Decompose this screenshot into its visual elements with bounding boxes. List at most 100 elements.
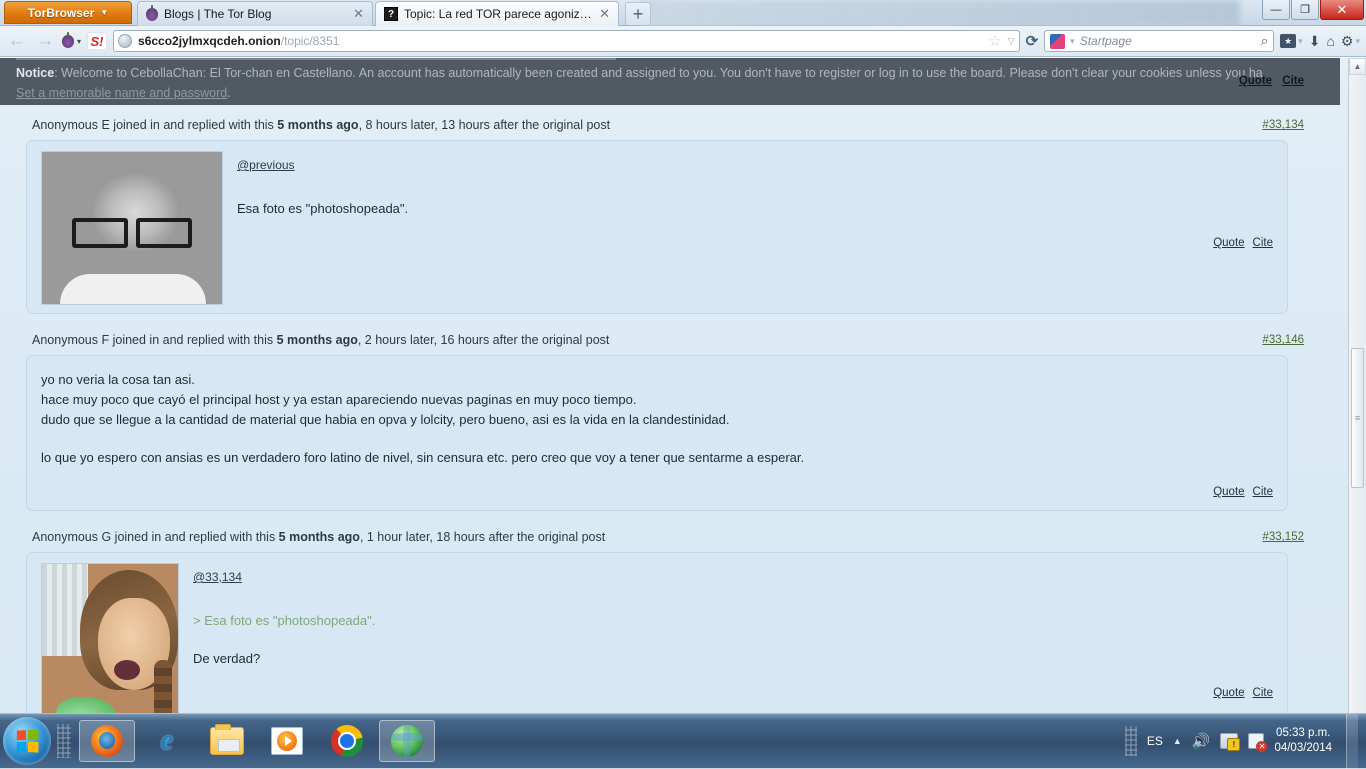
taskbar-item-firefox[interactable]: [79, 720, 135, 762]
windows-logo-icon: [17, 729, 39, 752]
onion-favicon: [146, 8, 158, 21]
search-bar[interactable]: ▾ Startpage ⌕: [1044, 30, 1274, 52]
show-hidden-icons-icon[interactable]: ▲: [1173, 736, 1182, 746]
globe-icon: [118, 34, 132, 48]
taskbar-item-windows-explorer[interactable]: [199, 720, 255, 762]
tray-grip-icon: [1125, 726, 1137, 756]
post-id-link[interactable]: #33,146: [1262, 332, 1304, 349]
post-line: hace muy poco que cayó el principal host…: [41, 390, 1273, 410]
post-id-link[interactable]: #33,134: [1262, 117, 1304, 134]
show-desktop-button[interactable]: [1346, 714, 1358, 769]
post-thumbnail-image[interactable]: [41, 151, 223, 305]
post-actions: Quote Cite: [237, 233, 1273, 253]
minimize-button[interactable]: —: [1262, 0, 1290, 20]
floating-post-actions: Quote Cite: [1232, 75, 1304, 87]
tab-label: Topic: La red TOR parece agonizante ...: [404, 7, 593, 21]
post-meta-age: 5 months ago: [277, 118, 358, 132]
quoted-line: > Esa foto es "photoshopeada".: [193, 611, 1273, 631]
chevron-down-icon: ▾: [77, 37, 81, 46]
search-icon[interactable]: ⌕: [1261, 33, 1268, 49]
notice-trailing: .: [227, 86, 230, 100]
address-bar[interactable]: s6cco2jylmxqcdeh.onion/topic/8351 ☆ ▽: [113, 30, 1020, 52]
clock[interactable]: 05:33 p.m. 04/03/2014: [1274, 726, 1332, 756]
photo-bw: [42, 152, 222, 304]
chevron-down-icon: ▼: [100, 8, 108, 17]
quote-link[interactable]: Quote: [1239, 75, 1272, 87]
scroll-up-icon[interactable]: ▲: [1349, 58, 1366, 75]
tab-tor-blog[interactable]: Blogs | The Tor Blog ✕: [137, 1, 373, 26]
new-tab-button[interactable]: +: [625, 2, 651, 25]
system-tray: ES ▲ 🔊 05:33 p.m. 04/03/2014: [1125, 714, 1366, 769]
tab-topic-tor-agonizante[interactable]: ? Topic: La red TOR parece agonizante ..…: [375, 1, 619, 26]
browser-window: TorBrowser ▼ Blogs | The Tor Blog ✕ ? To…: [0, 0, 1366, 713]
page-scrollbar[interactable]: ▲ ≡: [1348, 58, 1366, 713]
post-text: @previous Esa foto es "photoshopeada". Quo…: [237, 151, 1273, 305]
action-center-flag-icon[interactable]: [1248, 733, 1264, 749]
bookmarks-button[interactable]: ★ ▾: [1280, 34, 1303, 48]
taskbar-item-media-player[interactable]: [259, 720, 315, 762]
network-icon[interactable]: [1220, 733, 1238, 749]
chrome-icon: [331, 725, 363, 757]
start-button[interactable]: [3, 717, 51, 765]
close-icon[interactable]: ✕: [599, 6, 610, 22]
chevron-down-icon[interactable]: ▾: [1070, 36, 1075, 47]
tab-label: Blogs | The Tor Blog: [164, 7, 347, 21]
post-line: yo no veria la cosa tan asi.: [41, 370, 1273, 390]
quote-link[interactable]: Quote: [1213, 237, 1244, 249]
reply-reference-link[interactable]: @previous: [237, 155, 1273, 175]
maximize-button[interactable]: ❐: [1291, 0, 1319, 20]
post-body: @33,134> Esa foto es "photoshopeada".De …: [26, 552, 1288, 713]
photo-detail: [60, 274, 206, 304]
onion-icon: [62, 35, 74, 48]
notice-banner: Notice: Welcome to CebollaChan: El Tor-c…: [0, 58, 1340, 105]
set-name-password-link[interactable]: Set a memorable name and password: [16, 86, 227, 100]
volume-icon[interactable]: 🔊: [1192, 732, 1211, 750]
back-icon[interactable]: ←: [6, 30, 28, 52]
chevron-down-icon[interactable]: ▽: [1008, 36, 1015, 47]
post: Anonymous F joined in and replied with t…: [8, 328, 1332, 511]
notice-top-sliver: [16, 58, 616, 60]
settings-button[interactable]: ⚙ ▾: [1341, 33, 1360, 50]
cite-link[interactable]: Cite: [1282, 75, 1304, 87]
forward-icon[interactable]: →: [34, 30, 56, 52]
cite-link[interactable]: Cite: [1253, 486, 1273, 498]
internet-explorer-icon: e: [151, 725, 183, 757]
post: Anonymous E joined in and replied with t…: [8, 113, 1332, 314]
taskbar-item-chrome[interactable]: [319, 720, 375, 762]
reload-icon[interactable]: ⟳: [1026, 32, 1039, 50]
download-icon[interactable]: ⬇: [1309, 33, 1321, 50]
taskbar-item-tor-browser[interactable]: [379, 720, 435, 762]
post-id-link[interactable]: #33,152: [1262, 529, 1304, 546]
cite-link[interactable]: Cite: [1253, 237, 1273, 249]
post-list: Anonymous E joined in and replied with t…: [0, 58, 1340, 713]
notice-label: Notice: [16, 66, 54, 80]
scrollbar-thumb[interactable]: ≡: [1351, 348, 1364, 488]
quote-link[interactable]: Quote: [1213, 486, 1244, 498]
torbutton-onion-button[interactable]: ▾: [62, 35, 81, 48]
reply-reference-link[interactable]: @33,134: [193, 567, 1273, 587]
taskbar-item-internet-explorer[interactable]: e: [139, 720, 195, 762]
startpage-icon: [1050, 34, 1065, 49]
close-icon[interactable]: ✕: [353, 6, 364, 22]
post-line: Esa foto es "photoshopeada".: [237, 199, 1273, 219]
post-body: yo no veria la cosa tan asi.hace muy poc…: [26, 355, 1288, 511]
post-meta-prefix: Anonymous F joined in and replied with t…: [32, 333, 277, 347]
bookmark-star-icon[interactable]: ☆: [988, 32, 1001, 50]
post-line: lo que yo espero con ansias es un verdad…: [41, 448, 1273, 468]
home-icon[interactable]: ⌂: [1326, 33, 1334, 49]
close-window-button[interactable]: ✕: [1320, 0, 1364, 20]
slashdot-icon[interactable]: S!: [87, 32, 107, 50]
language-indicator[interactable]: ES: [1147, 734, 1163, 748]
post-thumbnail-image[interactable]: [41, 563, 179, 713]
media-player-icon: [271, 727, 303, 755]
torbrowser-menu-button[interactable]: TorBrowser ▼: [4, 1, 132, 24]
search-input[interactable]: Startpage: [1080, 34, 1256, 48]
navigation-toolbar: ← → ▾ S! s6cco2jylmxqcdeh.onion/topic/83…: [0, 26, 1366, 57]
cite-link[interactable]: Cite: [1253, 687, 1273, 699]
windows-taskbar: e ES ▲ 🔊 05:33 p.m. 04/03/2014: [0, 713, 1366, 768]
folder-icon: [210, 727, 244, 755]
quote-link[interactable]: Quote: [1213, 687, 1244, 699]
window-controls: — ❐ ✕: [1262, 0, 1364, 20]
photo-detail: [154, 660, 172, 713]
post-actions: Quote Cite: [41, 482, 1273, 502]
